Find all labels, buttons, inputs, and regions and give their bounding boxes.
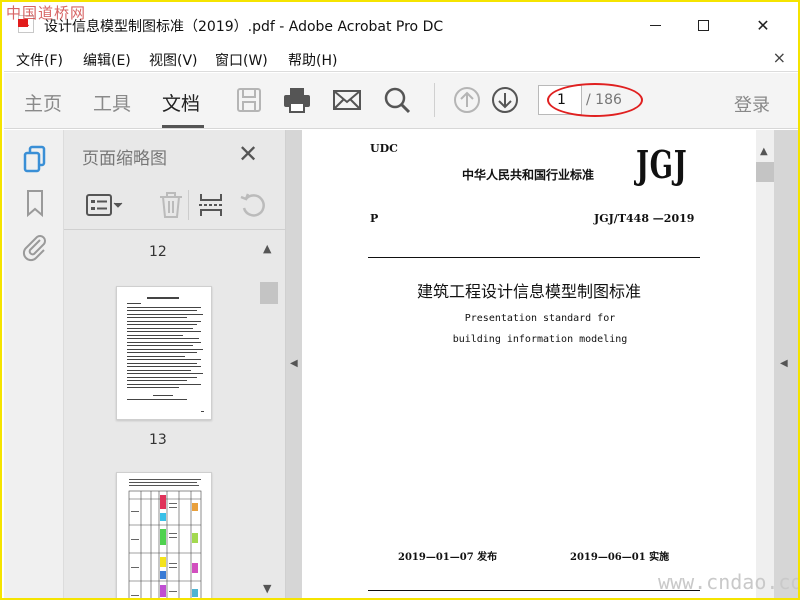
menu-view[interactable]: 视图(V) [149, 50, 198, 70]
right-panel-toggle[interactable]: ◀ [774, 130, 798, 598]
thumbnail-panel: 页面缩略图 ✕ 12 13 ▲ ▼ [64, 130, 286, 598]
menu-window[interactable]: 窗口(W) [215, 50, 268, 70]
title-bar: 设计信息模型制图标准（2019）.pdf - Adobe Acrobat Pro… [4, 4, 798, 44]
doc-publish-date: 2019—01—07 发布 [398, 552, 498, 563]
thumbnail-options-icon[interactable] [84, 190, 124, 220]
doc-udc: UDC [370, 142, 398, 155]
doc-title-en-1: Presentation standard for [464, 313, 616, 324]
thumbnail-text-preview [127, 297, 204, 412]
menu-file[interactable]: 文件(F) [16, 50, 63, 70]
doc-series: JGJ [636, 142, 688, 187]
thumbnail-page-13[interactable] [116, 286, 212, 420]
save-icon[interactable] [234, 85, 264, 115]
thumbnail-page-label: 13 [149, 432, 167, 448]
close-icon[interactable]: ✕ [740, 12, 786, 38]
login-button[interactable]: 登录 [734, 91, 770, 117]
extract-icon[interactable] [196, 190, 226, 220]
thumbnail-page-label: 12 [149, 244, 167, 260]
rotate-icon[interactable] [238, 190, 268, 220]
scroll-up-icon[interactable]: ▲ [263, 242, 271, 255]
doc-implement-date: 2019—06—01 实施 [570, 552, 670, 563]
thumbnail-page-14[interactable] [116, 472, 212, 598]
delete-icon[interactable] [156, 190, 186, 220]
scroll-thumb[interactable] [260, 282, 278, 304]
menu-bar: 文件(F) 编辑(E) 视图(V) 窗口(W) 帮助(H) × [4, 44, 798, 72]
collapse-panel-icon[interactable]: ◀ [290, 358, 298, 369]
menu-help[interactable]: 帮助(H) [288, 50, 337, 70]
thumbnail-toolbar [64, 182, 285, 230]
doc-rule-bottom [368, 590, 700, 591]
maximize-icon[interactable] [680, 12, 726, 38]
scroll-thumb[interactable] [756, 162, 774, 182]
bookmark-icon[interactable] [20, 188, 50, 218]
search-icon[interactable] [382, 85, 412, 115]
document-page: UDC 中华人民共和国行业标准 JGJ P JGJ/T448 —2019 建筑工… [302, 130, 756, 598]
page-down-icon[interactable] [490, 85, 520, 115]
doc-p: P [370, 212, 379, 225]
left-navigation [4, 130, 64, 598]
thumbnail-scrollbar[interactable]: ▲ ▼ [260, 238, 278, 598]
menu-edit[interactable]: 编辑(E) [83, 50, 131, 70]
panel-title: 页面缩略图 [82, 149, 167, 169]
window-title: 设计信息模型制图标准（2019）.pdf - Adobe Acrobat Pro… [44, 19, 444, 35]
expand-panel-icon[interactable]: ◀ [780, 358, 788, 369]
doc-code: JGJ/T448 —2019 [594, 212, 695, 225]
email-icon[interactable] [332, 85, 362, 115]
tab-tools[interactable]: 工具 [93, 89, 131, 116]
doc-org: 中华人民共和国行业标准 [462, 168, 595, 182]
page-thumbnails-icon[interactable] [20, 144, 50, 174]
document-scrollbar[interactable]: ▲ [756, 130, 774, 598]
watermark-bottom-right: www.cndao.com [658, 570, 800, 594]
doc-title: 建筑工程设计信息模型制图标准 [416, 282, 641, 301]
tab-home[interactable]: 主页 [24, 89, 62, 116]
tab-document[interactable]: 文档 [162, 89, 200, 116]
page-up-icon[interactable] [452, 85, 482, 115]
doc-title-en-2: building information modeling [452, 334, 628, 345]
scroll-down-icon[interactable]: ▼ [263, 582, 271, 595]
scroll-up-icon[interactable]: ▲ [760, 146, 768, 157]
annotation-highlight [547, 83, 643, 117]
toolbar-separator [434, 83, 435, 117]
document-close-icon[interactable]: × [773, 48, 786, 67]
active-tab-indicator [162, 125, 204, 128]
panel-splitter[interactable]: ◀ [286, 130, 302, 598]
doc-rule [368, 257, 700, 258]
toolbar: 主页 工具 文档 1 / 186 登录 [4, 73, 798, 129]
close-icon[interactable]: ✕ [238, 140, 258, 168]
print-icon[interactable] [282, 85, 312, 115]
attachment-icon[interactable] [20, 232, 50, 262]
watermark-top-left: 中国道桥网 [6, 4, 87, 22]
minimize-icon[interactable] [632, 12, 678, 38]
screenshot-frame: 设计信息模型制图标准（2019）.pdf - Adobe Acrobat Pro… [0, 0, 800, 600]
thumbnail-table-preview [128, 479, 202, 598]
toolbar-separator [188, 190, 189, 220]
